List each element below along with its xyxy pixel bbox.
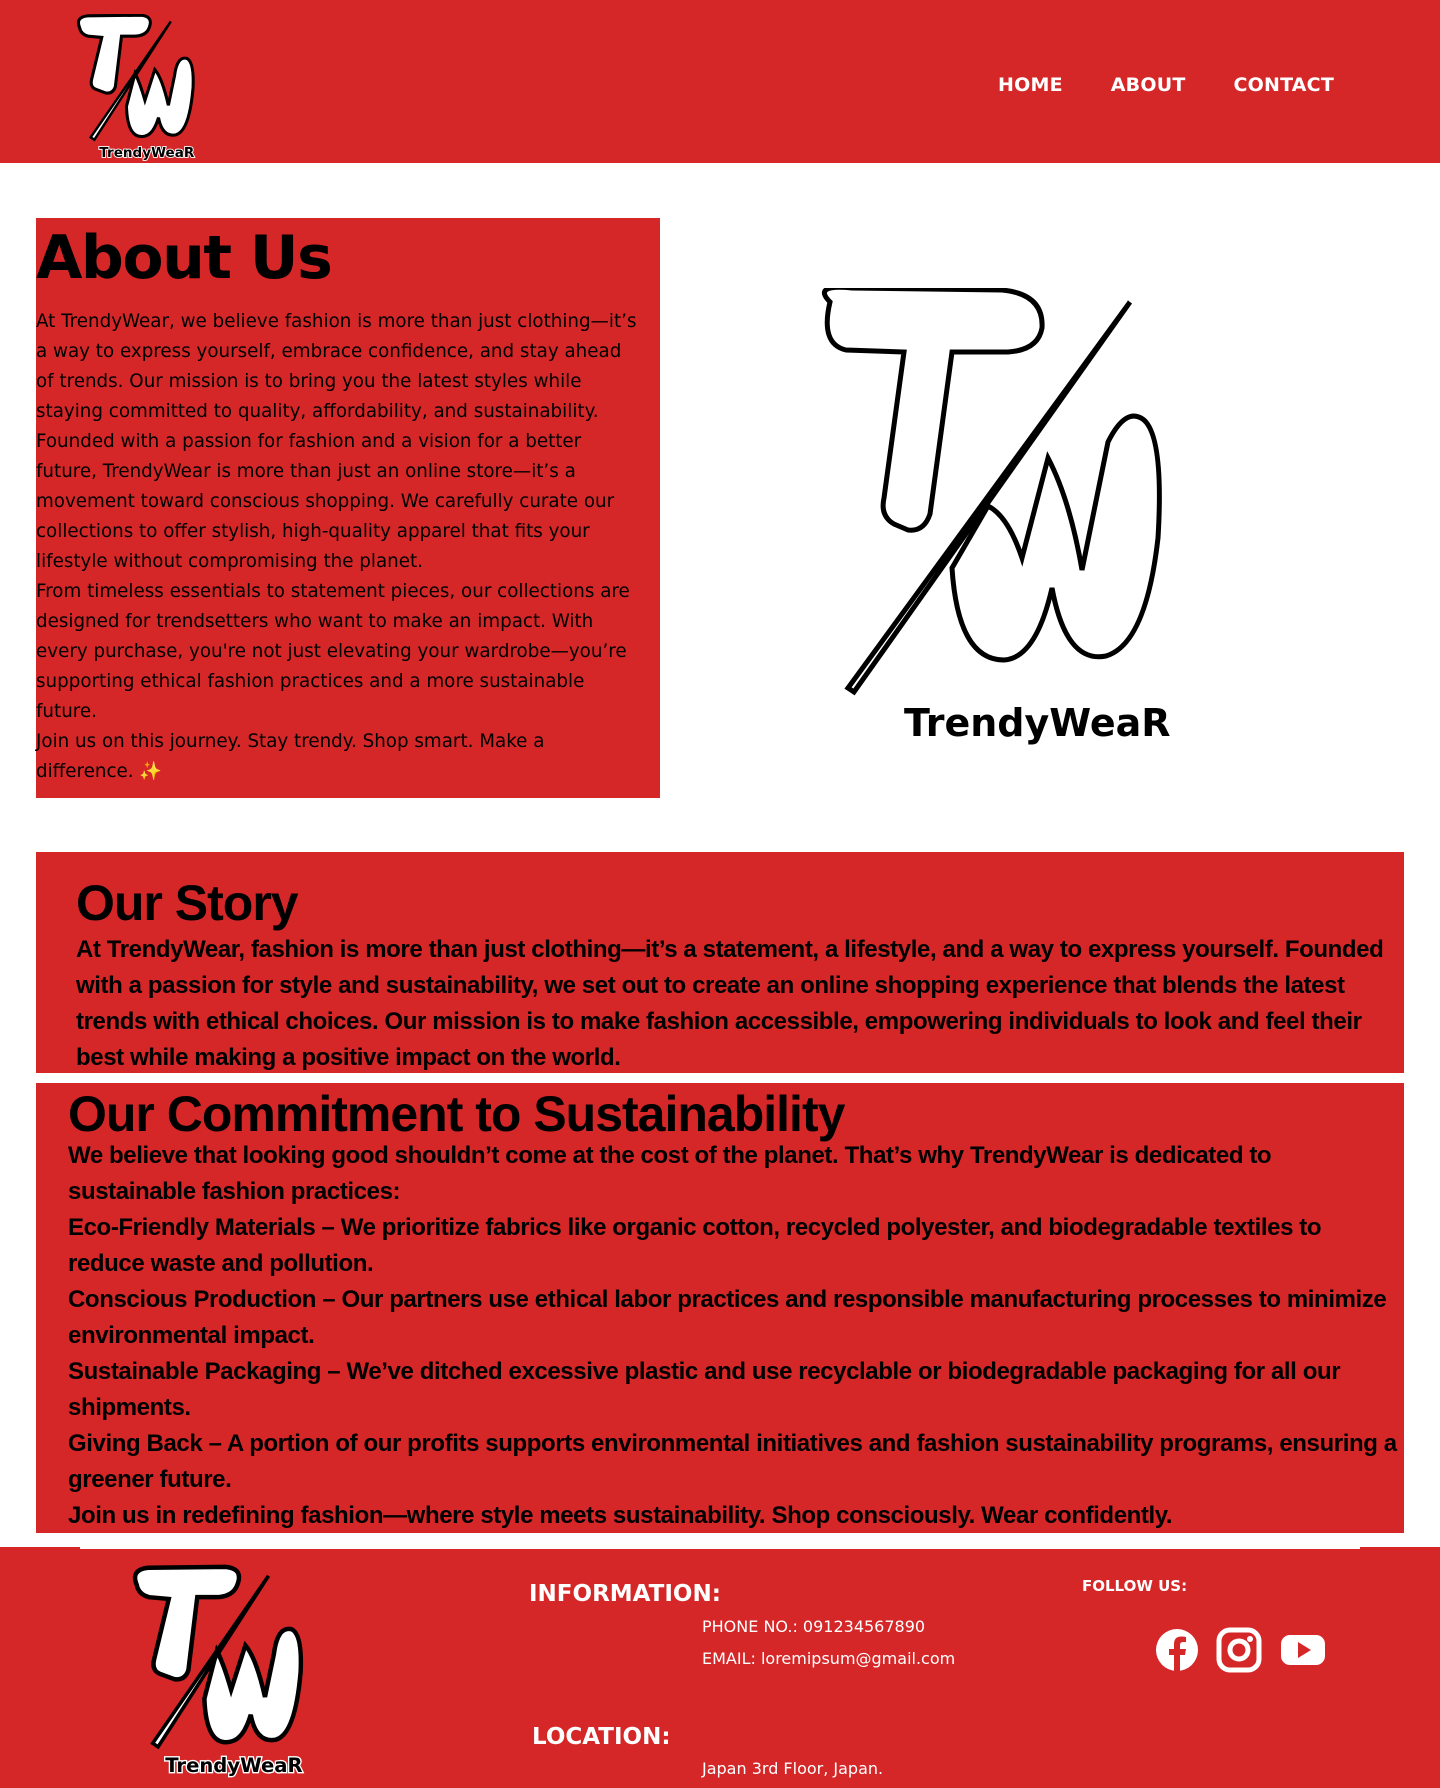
nav-about-link[interactable]: ABOUT [1111, 74, 1186, 96]
story-text: At TrendyWear, fashion is more than just… [76, 936, 1384, 1071]
footer-logo-wordmark: TrendyWeaR [165, 1754, 302, 1777]
footer-email[interactable]: EMAIL: loremipsum@gmail.com [702, 1649, 955, 1668]
footer-divider [80, 1547, 1360, 1549]
about-text: At TrendyWear, we believe fashion is mor… [36, 311, 637, 782]
logo-wordmark: TrendyWeaR [99, 145, 195, 161]
sustainability-item: Eco-Friendly Materials – We prioritize f… [68, 1214, 1322, 1277]
instagram-icon[interactable] [1216, 1627, 1262, 1673]
large-logo-wordmark: TrendyWeaR [904, 701, 1171, 745]
footer-logo[interactable]: TrendyWeaR [126, 1563, 322, 1781]
footer-information-title: INFORMATION: [529, 1581, 721, 1607]
site-footer: TrendyWeaR INFORMATION: PHONE NO.: 09123… [0, 1547, 1440, 1788]
about-section: About Us At TrendyWear, we believe fashi… [36, 218, 660, 798]
footer-follow-title: FOLLOW US: [1082, 1577, 1188, 1595]
sustainability-section: Our Commitment to Sustainability We beli… [36, 1083, 1404, 1533]
site-header: TrendyWeaR HOME ABOUT CONTACT [0, 0, 1440, 163]
trendywear-logo[interactable]: TrendyWeaR [72, 14, 208, 162]
sustainability-title: Our Commitment to Sustainability [68, 1086, 845, 1142]
nav-contact-link[interactable]: CONTACT [1234, 74, 1335, 96]
main-nav: HOME ABOUT CONTACT [998, 74, 1334, 96]
youtube-icon[interactable] [1280, 1627, 1326, 1673]
our-story-section: Our Story At TrendyWear, fashion is more… [36, 852, 1404, 1073]
footer-phone: PHONE NO.: 091234567890 [702, 1617, 926, 1636]
about-title: About Us [36, 223, 333, 293]
facebook-icon[interactable] [1154, 1627, 1200, 1673]
story-title: Our Story [76, 875, 299, 931]
sustainability-closing: Join us in redefining fashion—where styl… [68, 1502, 1173, 1529]
nav-home-link[interactable]: HOME [998, 74, 1063, 96]
sustainability-item: Conscious Production – Our partners use … [68, 1286, 1387, 1349]
footer-location: Japan 3rd Floor, Japan. [702, 1759, 884, 1778]
sustainability-body: We believe that looking good shouldn’t c… [68, 1138, 1398, 1534]
sustainability-item: Giving Back – A portion of our profits s… [68, 1430, 1397, 1493]
sustainability-item: Sustainable Packaging – We’ve ditched ex… [68, 1358, 1341, 1421]
sustainability-intro: We believe that looking good shouldn’t c… [68, 1142, 1272, 1205]
trendywear-large-logo: TrendyWeaR [822, 288, 1171, 745]
footer-location-title: LOCATION: [532, 1724, 671, 1750]
